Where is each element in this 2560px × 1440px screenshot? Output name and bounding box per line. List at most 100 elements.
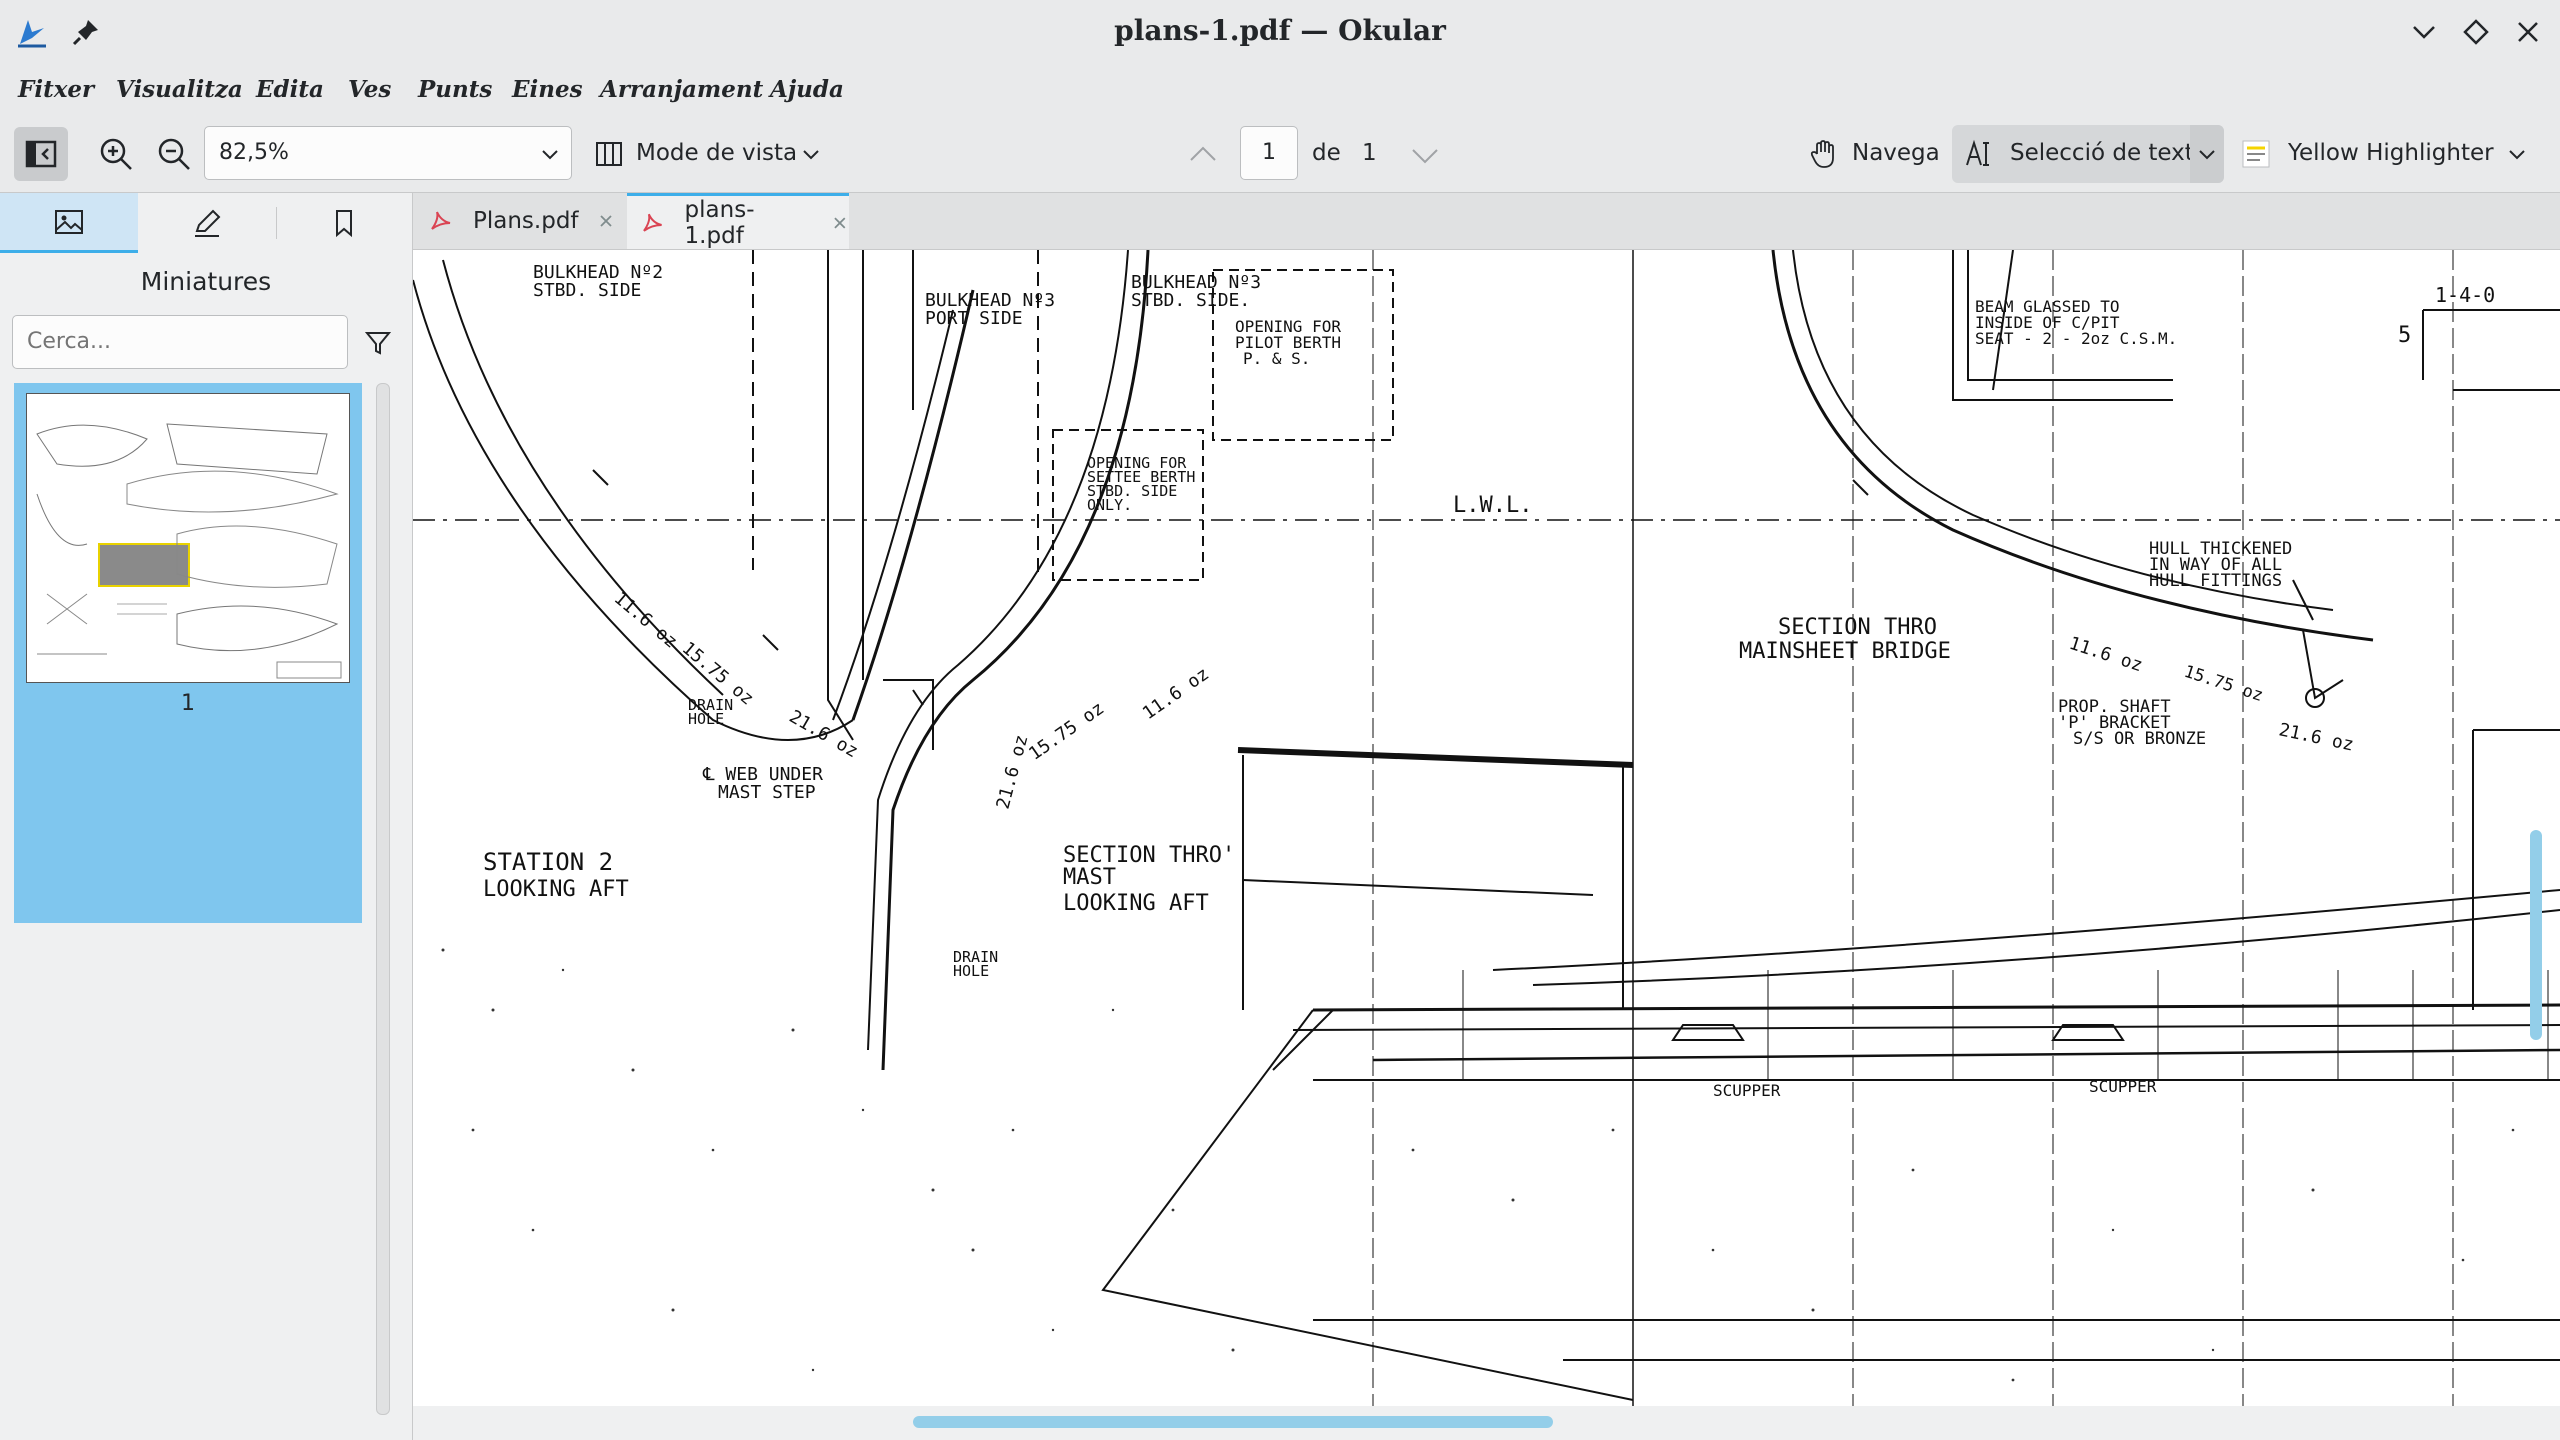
text-selection-label: Selecció de text [2010, 140, 2194, 166]
horizontal-scrollbar-thumb[interactable] [913, 1416, 1553, 1428]
image-icon [55, 209, 83, 234]
label-port-side: PORT SIDE [925, 308, 1023, 329]
next-page-button[interactable] [1408, 138, 1442, 172]
text-selection-dropdown[interactable] [2190, 125, 2224, 183]
horizontal-scrollbar[interactable] [413, 1406, 2560, 1440]
pdf-icon [643, 213, 662, 232]
sidebar-toggle-button[interactable] [14, 127, 68, 181]
label-scupper-2: SCUPPER [2089, 1077, 2157, 1096]
view-mode-icon [592, 130, 626, 178]
menu-visualitza[interactable]: Visualitza [116, 76, 243, 103]
label-weight-21-6c: 21.6 oz [2277, 719, 2356, 755]
vertical-scrollbar-thumb[interactable] [2530, 830, 2542, 1040]
zoom-out-button[interactable] [152, 130, 196, 178]
thumbnail-page-number: 1 [181, 691, 195, 716]
browse-tool-button[interactable]: Navega [1852, 140, 1940, 166]
chevron-down-icon [2509, 150, 2525, 160]
hand-icon [1806, 130, 1842, 178]
label-section-mast-2: MAST [1063, 865, 1116, 890]
page-total: 1 [1362, 140, 1377, 166]
label-weight-11-6: 11.6 oz [610, 588, 682, 653]
window-title: plans-1.pdf — Okular [1114, 14, 1446, 47]
menu-punts[interactable]: Punts [418, 76, 492, 103]
label-section-bridge-2: MAINSHEET BRIDGE [1739, 639, 1951, 664]
menu-fitxer[interactable]: Fitxer [18, 76, 94, 103]
search-input[interactable] [25, 328, 329, 355]
document-tabs: Plans.pdf plans-1.pdf [413, 193, 2560, 250]
maximize-button[interactable] [2458, 14, 2494, 50]
filter-icon[interactable] [362, 327, 394, 359]
highlighter-button[interactable]: Yellow Highlighter [2288, 140, 2494, 166]
label-lwl: L.W.L. [1453, 493, 1532, 518]
sidebar-tabs [0, 193, 412, 253]
technical-drawing: BULKHEAD Nº2 STBD. SIDE BULKHEAD Nº3 POR… [413, 250, 2560, 1416]
label-weight-11-6b: 11.6 oz [1139, 663, 1213, 724]
label-weight-21-6b: 21.6 oz [993, 733, 1033, 812]
view-mode-button[interactable]: Mode de vista [636, 140, 797, 166]
tab-label: plans-1.pdf [684, 196, 755, 249]
menu-ves[interactable]: Ves [348, 76, 391, 103]
label-station2-2: LOOKING AFT [483, 877, 629, 902]
close-tab-icon[interactable] [597, 212, 615, 230]
chevron-down-icon [542, 150, 558, 160]
minimize-button[interactable] [2406, 14, 2442, 50]
page-of-label: de [1312, 140, 1341, 166]
tab-plans-1-pdf[interactable]: plans-1.pdf [627, 193, 849, 249]
pdf-icon [431, 211, 451, 230]
sidebar-icon [25, 140, 57, 168]
label-weight-11-6c: 11.6 oz [2066, 633, 2145, 676]
document-page-view[interactable]: BULKHEAD Nº2 STBD. SIDE BULKHEAD Nº3 POR… [413, 250, 2560, 1416]
label-weight-15-75c: 15.75 oz [2181, 662, 2265, 706]
sidebar-scrollbar[interactable] [376, 383, 390, 1415]
label-weight-15-75b: 15.75 oz [1025, 698, 1108, 765]
tab-bookmarks[interactable] [276, 193, 412, 253]
tab-label: Plans.pdf [473, 208, 579, 234]
menu-bar: Fitxer Visualitza Edita Ves Punts Eines … [0, 66, 2560, 116]
menu-edita[interactable]: Edita [256, 76, 324, 103]
label-hull-3: HULL FITTINGS [2149, 571, 2282, 591]
highlighter-icon [2238, 134, 2274, 174]
zoom-in-button[interactable] [94, 130, 138, 178]
label-section-bridge-1: SECTION THRO [1778, 615, 1937, 640]
tab-divider [276, 207, 277, 239]
annotation-pen-icon [195, 209, 221, 237]
zoom-select[interactable]: 82,5% [204, 126, 572, 180]
zoom-out-icon [158, 138, 190, 170]
chevron-down-icon [2199, 150, 2215, 160]
label-dim-5: 5 [2398, 323, 2411, 348]
close-tab-icon[interactable] [831, 214, 849, 232]
sidebar-panel: Miniatures 1 [0, 193, 413, 1440]
label-stbd-side: STBD. SIDE [533, 280, 641, 301]
tab-annotations[interactable] [138, 193, 276, 253]
chevron-down-icon [803, 150, 819, 160]
menu-eines[interactable]: Eines [512, 76, 583, 103]
previous-page-button[interactable] [1186, 138, 1220, 172]
page-number-input[interactable]: 1 [1240, 126, 1298, 180]
label-dim-1-4-0: 1-4-0 [2435, 283, 2495, 307]
zoom-in-icon [100, 138, 132, 170]
tab-thumbnails[interactable] [0, 193, 138, 253]
label-prop-3: S/S OR BRONZE [2073, 729, 2206, 749]
label-drain-hole-2: HOLE [688, 710, 724, 728]
label-opening-settee-4: ONLY. [1087, 496, 1132, 514]
label-section-mast-3: LOOKING AFT [1063, 891, 1209, 916]
sidebar-heading: Miniatures [140, 267, 272, 296]
thumbnail-search-field[interactable] [12, 315, 348, 369]
zoom-value: 82,5% [219, 140, 289, 165]
page-thumbnail[interactable]: 1 [14, 383, 362, 923]
text-select-icon [1966, 139, 1989, 166]
label-web-under-2: MAST STEP [718, 782, 816, 803]
label-station2-1: STATION 2 [483, 848, 613, 876]
text-selection-tool-button[interactable]: Selecció de text [1952, 125, 2224, 183]
menu-arranjament[interactable]: Arranjament [600, 76, 763, 103]
label-scupper-1: SCUPPER [1713, 1081, 1781, 1100]
menu-ajuda[interactable]: Ajuda [770, 76, 844, 103]
label-beam-3: SEAT - 2 - 2oz C.S.M. [1975, 329, 2177, 348]
label-opening-pilot-3: P. & S. [1243, 349, 1310, 368]
close-window-button[interactable] [2510, 14, 2546, 50]
bookmark-icon [336, 210, 352, 238]
page-thumbnail-image [26, 393, 350, 683]
label-drain-hole-4: HOLE [953, 962, 989, 980]
tab-plans-pdf[interactable]: Plans.pdf [413, 193, 623, 249]
main-toolbar: 82,5% Mode de vista 1 de 1 Navega Selecc… [0, 116, 2560, 193]
